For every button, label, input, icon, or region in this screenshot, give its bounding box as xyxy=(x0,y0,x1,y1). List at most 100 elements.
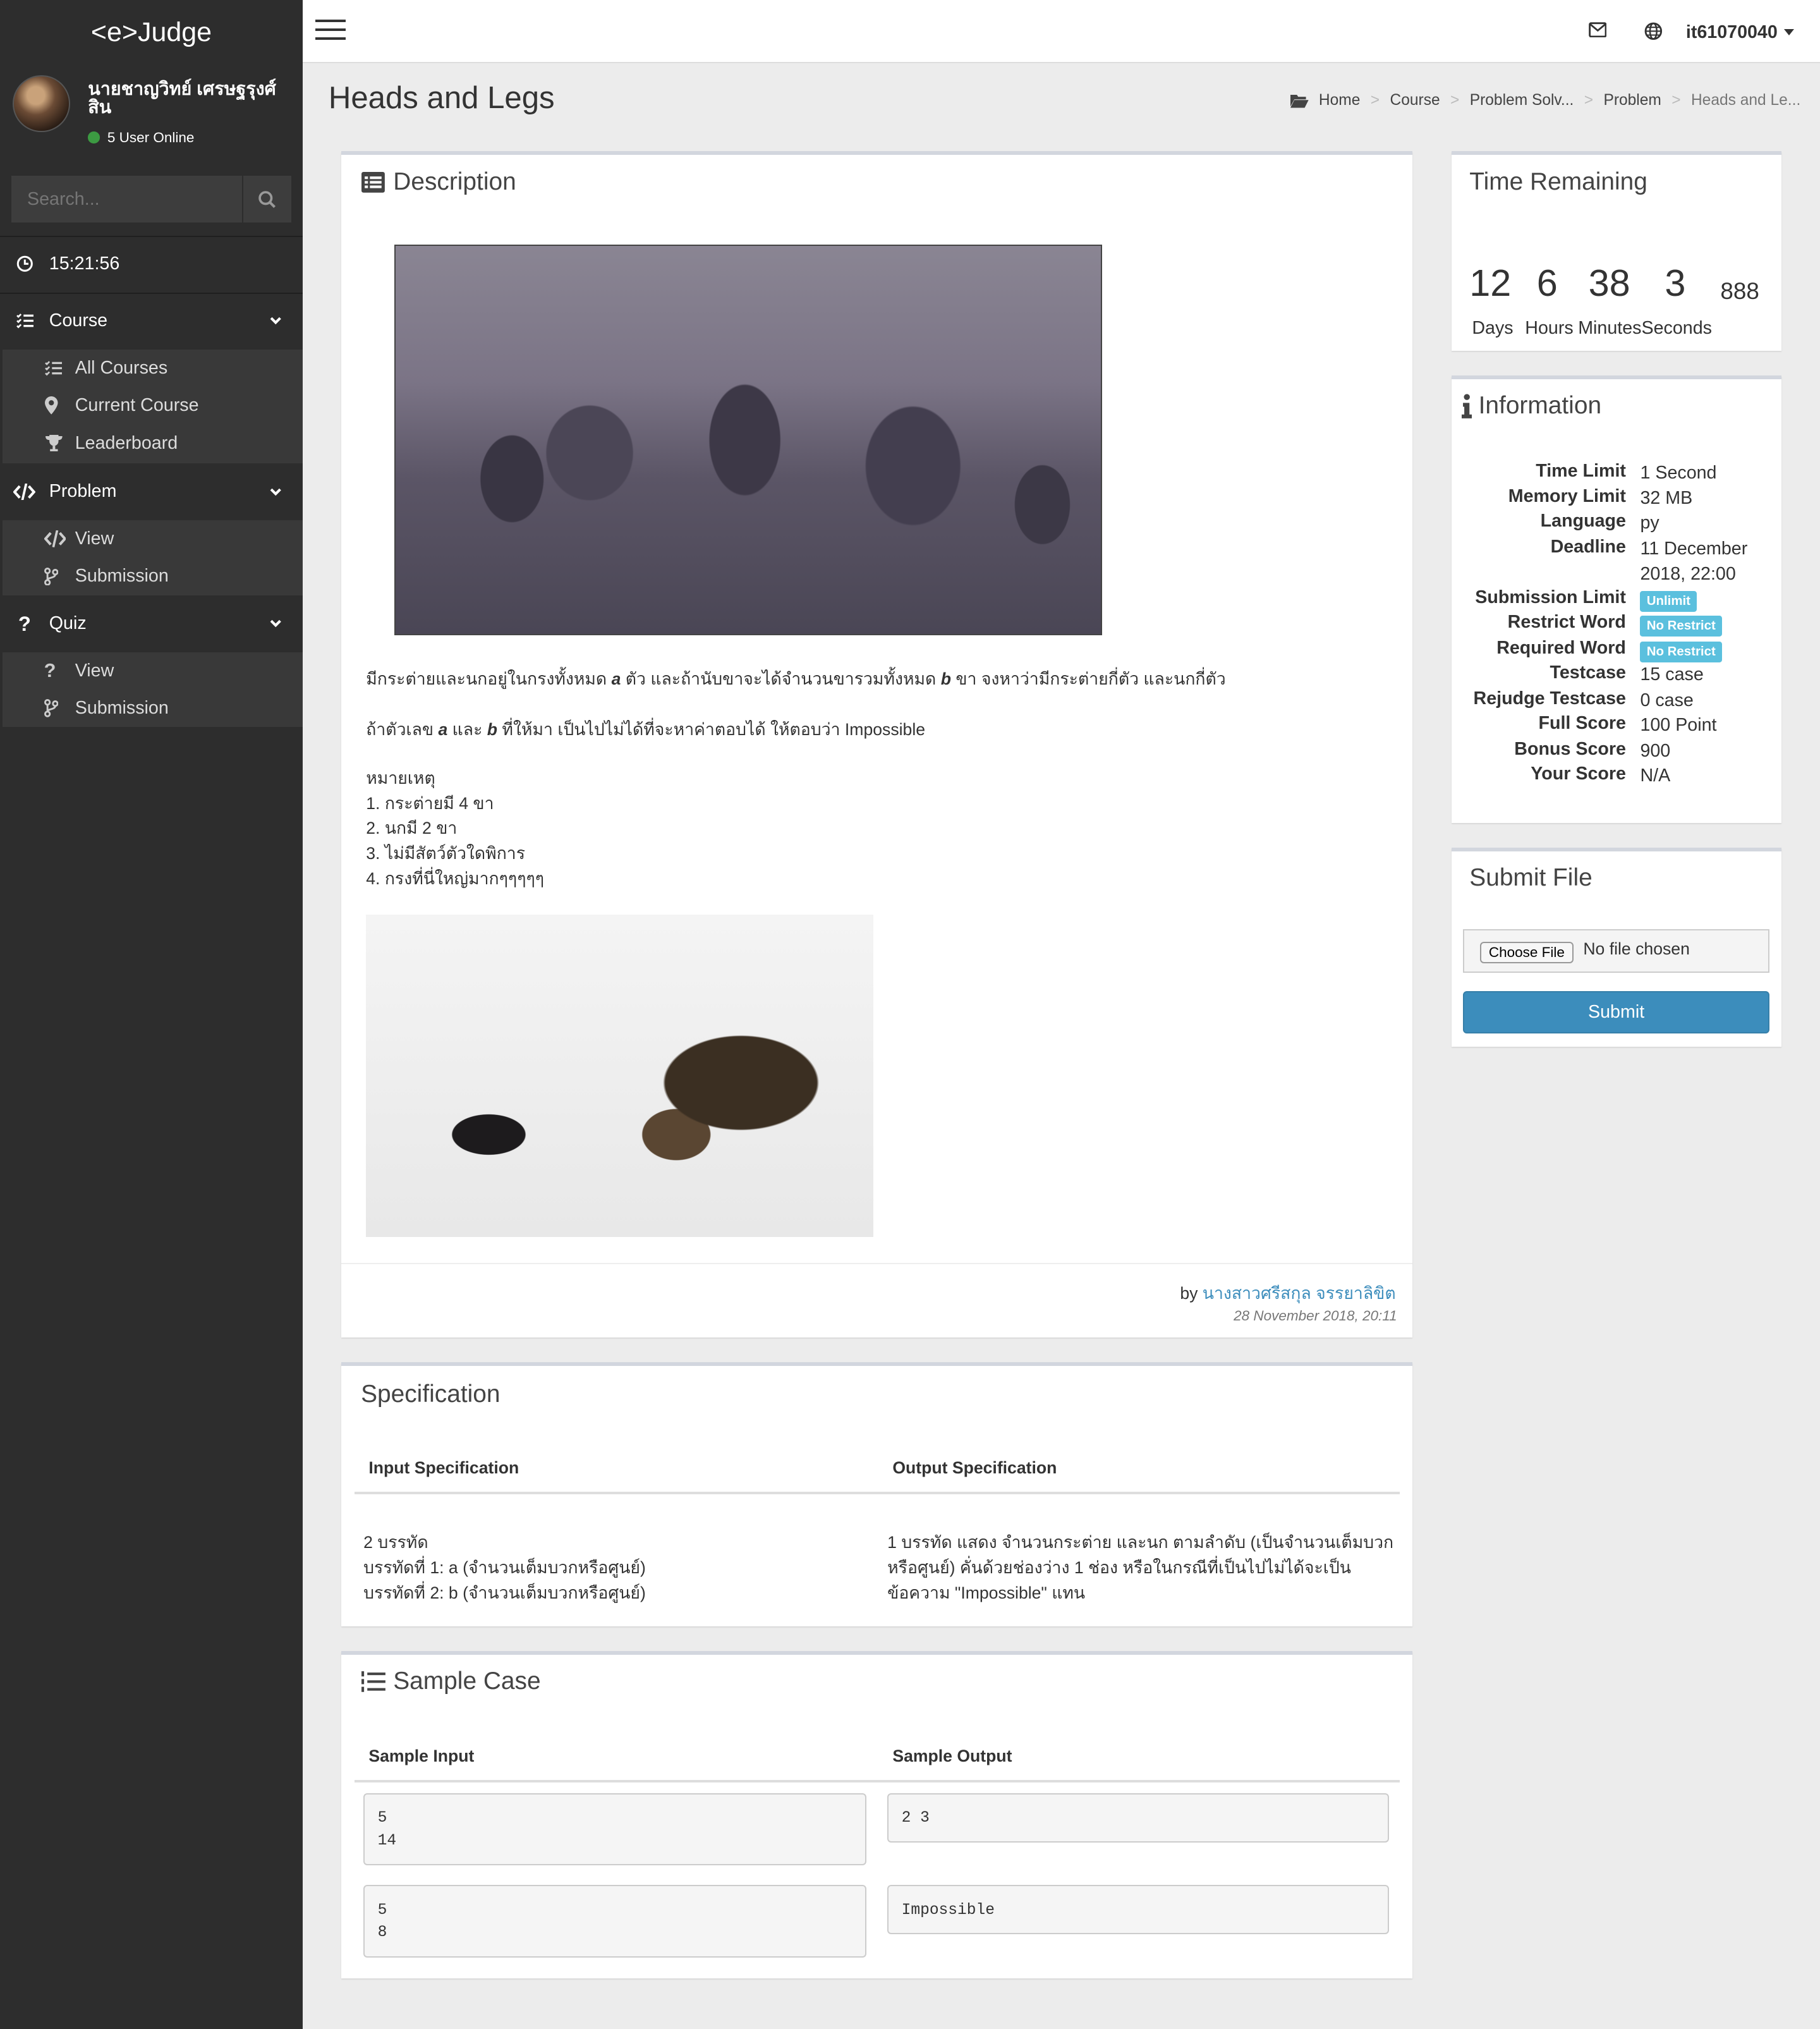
sample-output-header: Sample Output xyxy=(892,1746,1012,1766)
note-item: 4. กรงที่นี่ใหญ่มากๆๆๆๆๆ xyxy=(366,869,545,889)
notes: หมายเหตุ 1. กระต่ายมี 4 ขา 2. นกมี 2 ขา … xyxy=(366,766,544,893)
username: it61070040 xyxy=(1685,21,1778,42)
sidebar-item-problem-submission[interactable]: Submission xyxy=(3,558,303,595)
output-spec-cell: 1 บรรทัด แสดง จำนวนกระต่าย และนก ตามลำดั… xyxy=(887,1533,1394,1603)
brand-logo[interactable]: <e>Judge xyxy=(0,0,303,64)
sample-output-1[interactable]: 2 3 xyxy=(887,1793,1390,1843)
sample-output-2[interactable]: Impossible xyxy=(887,1885,1390,1934)
list-check-icon xyxy=(44,361,63,376)
sidebar-item-all-courses[interactable]: All Courses xyxy=(3,350,303,387)
countdown-minutes: 38 xyxy=(1588,262,1630,305)
search-button[interactable] xyxy=(241,176,291,223)
sidebar-item-problem-view[interactable]: View xyxy=(3,520,303,558)
caret-down-icon xyxy=(1784,28,1795,35)
list-ol-icon xyxy=(361,1671,385,1692)
input-spec-header: Input Specification xyxy=(368,1458,519,1477)
folder-open-icon xyxy=(1290,95,1309,108)
sidebar-item-quiz[interactable]: ? Quiz xyxy=(0,604,303,643)
search-input[interactable] xyxy=(11,176,242,223)
online-count: 5 User Online xyxy=(107,129,195,145)
search-icon xyxy=(258,191,276,208)
status-badge: No Restrict xyxy=(1640,615,1723,637)
post-date: 28 November 2018, 20:11 xyxy=(1234,1308,1397,1324)
list-alt-icon xyxy=(361,171,385,193)
sidebar-item-label: Submission xyxy=(75,698,169,719)
breadcrumb-problem[interactable]: Problem xyxy=(1603,92,1661,109)
user-menu[interactable]: it61070040 xyxy=(1685,21,1795,43)
time-remaining-box: Time Remaining 12 6 38 3 888 Days Hours … xyxy=(1451,151,1781,351)
problem-submenu: View Submission xyxy=(3,520,303,595)
breadcrumb-problem-solving[interactable]: Problem Solv... xyxy=(1470,92,1574,109)
question-icon: ? xyxy=(44,659,56,682)
hamburger-menu-icon[interactable] xyxy=(315,19,346,47)
breadcrumb: Home > Course > Problem Solv... > Problem > … xyxy=(1290,92,1800,109)
author-link[interactable]: นางสาวศรีสกุล จรรยาลิขิต xyxy=(1203,1284,1396,1303)
eagle-rabbit-image xyxy=(366,915,873,1237)
breadcrumb-course[interactable]: Course xyxy=(1390,92,1440,109)
sidebar-item-label: Problem xyxy=(49,481,117,502)
sidebar-item-leaderboard[interactable]: Leaderboard xyxy=(3,424,303,461)
globe-icon[interactable] xyxy=(1644,22,1663,40)
online-dot-icon xyxy=(88,131,100,143)
label-seconds: Seconds xyxy=(1641,318,1712,339)
spec-table-header: Input Specification Output Specification xyxy=(354,1442,1400,1495)
sidebar-item-label: View xyxy=(75,528,114,549)
input-spec-cell: 2 บรรทัด บรรทัดที่ 1: a (จำนวนเต็มบวกหรื… xyxy=(363,1533,646,1603)
sample-input-header: Sample Input xyxy=(368,1746,475,1766)
problem-statement-line1: มีกระต่ายและนกอยู่ในกรงทั้งหมด a ตัว และ… xyxy=(366,669,1226,688)
description-box: Description มีกระต่ายและนกอยู่ในกรงทั้งห… xyxy=(341,151,1413,1338)
file-status: No file chosen xyxy=(1583,939,1690,958)
countdown-ms: 888 xyxy=(1720,277,1759,304)
specification-title: Specification xyxy=(361,1380,500,1408)
top-navbar: it61070040 xyxy=(302,0,1820,64)
description-title: Description xyxy=(361,168,516,196)
file-input[interactable]: Choose File No file chosen xyxy=(1463,929,1770,973)
sample-input-1[interactable]: 5 14 xyxy=(363,1793,867,1866)
code-icon xyxy=(13,483,36,501)
trophy-icon xyxy=(45,434,63,452)
sidebar-item-label: Leaderboard xyxy=(75,432,178,453)
code-fork-icon xyxy=(44,699,59,717)
submit-file-title: Submit File xyxy=(1469,864,1592,892)
avatar xyxy=(13,75,70,132)
submit-file-box: Submit File Choose File No file chosen S… xyxy=(1451,847,1781,1047)
online-status: 5 User Online xyxy=(88,130,194,146)
choose-file-button[interactable]: Choose File xyxy=(1479,941,1574,964)
sidebar-item-label: View xyxy=(75,660,114,681)
sidebar-item-problem[interactable]: Problem xyxy=(0,472,303,511)
problem-statement-line2: ถ้าตัวเลข a และ b ที่ให้มา เป็นไปไม่ได้ท… xyxy=(366,719,926,739)
time-remaining-title: Time Remaining xyxy=(1469,168,1647,195)
box-title-text: Sample Case xyxy=(393,1667,541,1695)
sidebar-item-label: Course xyxy=(49,310,108,331)
sample-input-2[interactable]: 5 8 xyxy=(363,1885,867,1958)
breadcrumb-home[interactable]: Home xyxy=(1319,92,1360,109)
countdown-seconds: 3 xyxy=(1665,262,1686,305)
sidebar-item-label: All Courses xyxy=(75,357,168,378)
author-line: by นางสาวศรีสกุล จรรยาลิขิต xyxy=(1180,1284,1396,1303)
clock-icon xyxy=(16,256,33,272)
user-name: นายชาญวิทย์ เศรษฐรุงศ์สิน xyxy=(88,78,276,118)
sidebar-item-quiz-submission[interactable]: Submission xyxy=(3,690,303,727)
user-panel: นายชาญวิทย์ เศรษฐรุงศ์สิน 5 User Online xyxy=(13,75,292,153)
sidebar-item-quiz-view[interactable]: ? View xyxy=(3,652,303,690)
page-title: Heads and Legs xyxy=(328,80,555,115)
breadcrumb-current: Heads and Le... xyxy=(1690,92,1801,109)
specification-box: Specification Input Specification Output… xyxy=(341,1362,1413,1626)
submit-button[interactable]: Submit xyxy=(1463,990,1770,1034)
countdown-hours: 6 xyxy=(1536,262,1558,305)
label-hours: Hours xyxy=(1525,318,1574,339)
sidebar-search xyxy=(11,176,291,223)
envelope-icon[interactable] xyxy=(1588,22,1607,38)
sidebar-item-course[interactable]: Course xyxy=(0,302,303,340)
chevron-down-icon xyxy=(270,488,281,496)
tasks-icon xyxy=(16,314,34,329)
quiz-submenu: ? View Submission xyxy=(3,652,303,728)
status-badge: Unlimit xyxy=(1640,591,1697,612)
information-box: Information Time Limit 1 Second Memory Li… xyxy=(1451,375,1781,823)
code-icon xyxy=(44,530,66,547)
output-spec-header: Output Specification xyxy=(892,1458,1057,1477)
sidebar-item-label: Current Course xyxy=(75,395,199,416)
status-badge: No Restrict xyxy=(1640,641,1723,662)
code-fork-icon xyxy=(44,567,59,586)
sidebar-item-current-course[interactable]: Current Course xyxy=(3,387,303,424)
